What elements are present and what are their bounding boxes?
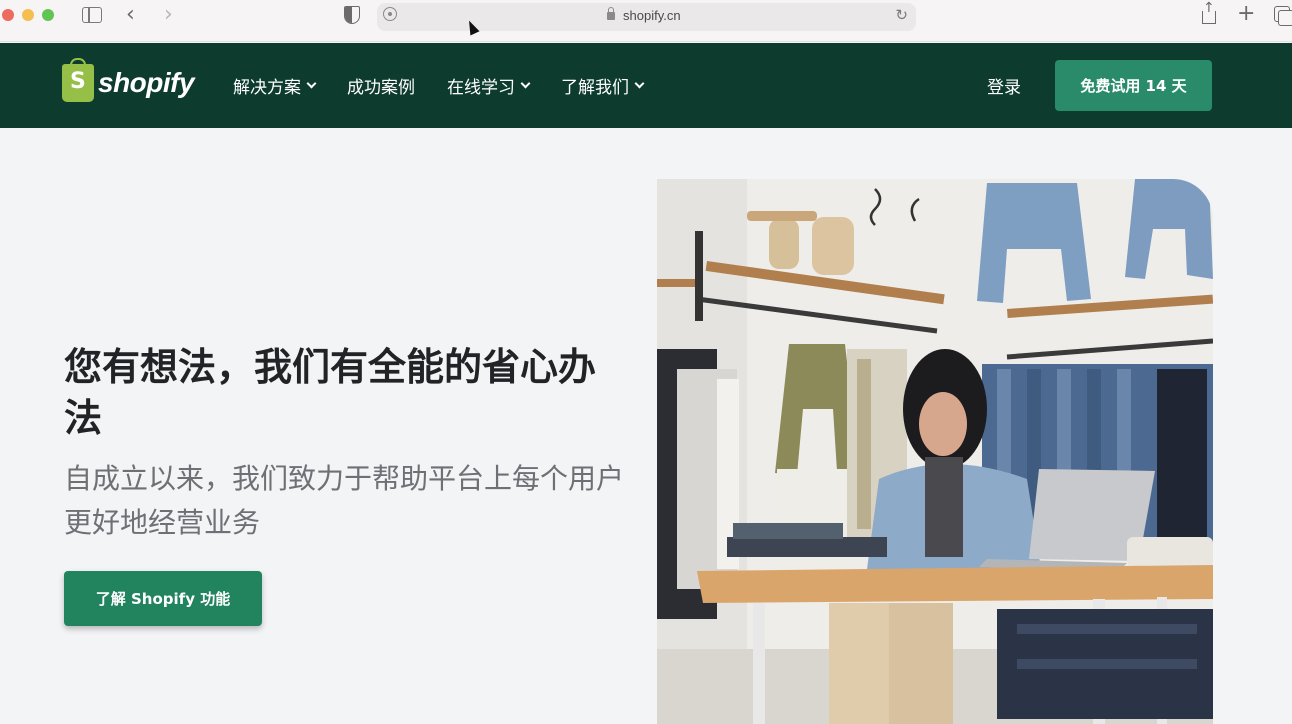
url-text[interactable]: shopify.cn xyxy=(623,8,681,23)
minimize-window-button[interactable] xyxy=(22,9,34,21)
logo-text: shopify xyxy=(98,67,195,98)
browser-toolbar: ‹ › shopify.cn ↻ + xyxy=(0,0,1292,42)
lock-icon xyxy=(607,7,615,20)
sidebar-toggle-icon[interactable] xyxy=(82,7,102,23)
hero-subtitle: 自成立以来，我们致力于帮助平台上每个用户更好地经营业务 xyxy=(64,462,625,539)
close-window-button[interactable] xyxy=(2,9,14,21)
tab-overview-icon[interactable] xyxy=(1274,6,1292,26)
new-tab-icon[interactable]: + xyxy=(1237,1,1255,26)
site-header: shopify 解决方案 成功案例 在线学习 了解我们 登录 免费试用 14 天 xyxy=(0,43,1292,128)
privacy-report-icon[interactable] xyxy=(383,7,397,21)
nav-label: 在线学习 xyxy=(447,78,515,98)
nav-label: 了解我们 xyxy=(561,78,629,98)
store-owner-illustration xyxy=(657,179,1213,724)
zoom-window-button[interactable] xyxy=(42,9,54,21)
nav-item-about[interactable]: 了解我们 xyxy=(561,73,645,98)
nav-item-case-studies[interactable]: 成功案例 xyxy=(347,73,415,98)
chevron-down-icon xyxy=(520,78,531,89)
hero-photo xyxy=(657,179,1213,724)
reload-icon[interactable]: ↻ xyxy=(895,6,908,24)
shopping-bag-icon xyxy=(62,58,94,102)
shopify-logo[interactable]: shopify xyxy=(62,58,195,102)
forward-arrow-icon[interactable]: › xyxy=(164,2,173,27)
hero-title: 您有想法，我们有全能的省心办法 xyxy=(64,345,597,440)
share-icon[interactable] xyxy=(1200,0,1216,24)
learn-features-button[interactable]: 了解 Shopify 功能 xyxy=(64,571,262,626)
back-arrow-icon[interactable]: ‹ xyxy=(126,2,135,27)
privacy-shield-icon[interactable] xyxy=(344,6,360,24)
nav-label: 成功案例 xyxy=(347,78,415,98)
nav-item-learn[interactable]: 在线学习 xyxy=(447,73,531,98)
free-trial-button[interactable]: 免费试用 14 天 xyxy=(1055,60,1212,111)
address-bar[interactable]: shopify.cn ↻ xyxy=(377,3,916,31)
chevron-down-icon xyxy=(306,78,317,89)
nav-label: 解决方案 xyxy=(233,78,301,98)
nav-item-solutions[interactable]: 解决方案 xyxy=(233,73,317,98)
main-nav: 解决方案 成功案例 在线学习 了解我们 xyxy=(233,73,675,98)
login-link[interactable]: 登录 xyxy=(987,73,1021,98)
chevron-down-icon xyxy=(634,78,645,89)
